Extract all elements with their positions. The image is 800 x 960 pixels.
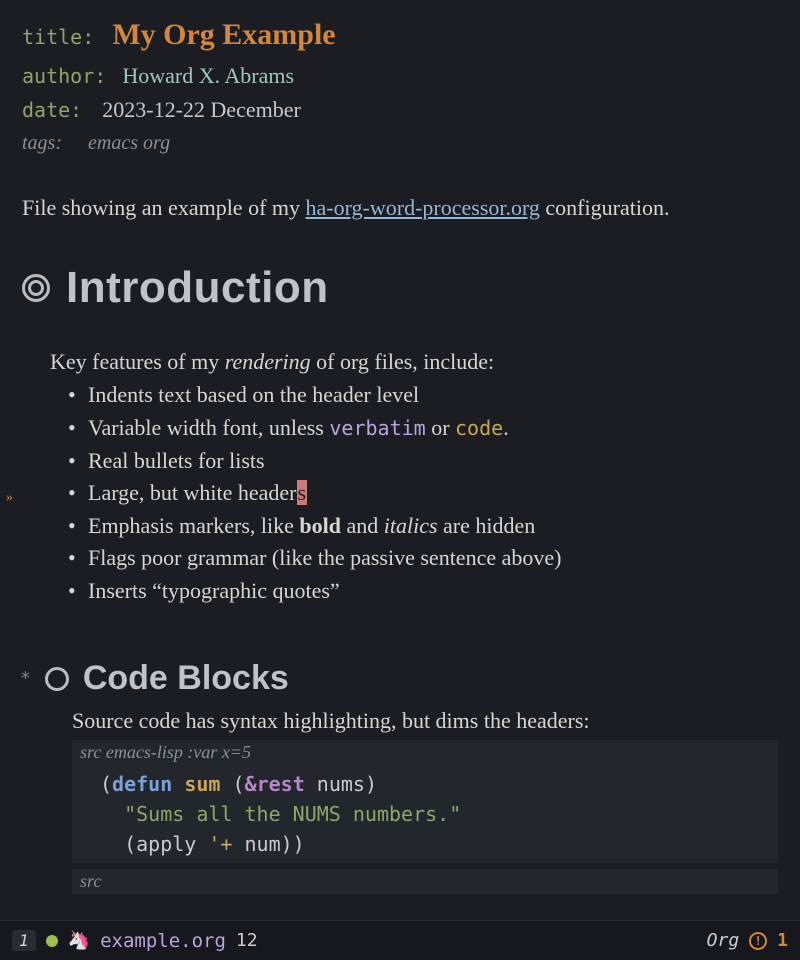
heading-code-blocks: * Code Blocks xyxy=(20,659,778,698)
src-begin-line: src emacs-lisp :var x=5 xyxy=(72,740,778,765)
feature-list: Indents text based on the header level V… xyxy=(50,379,778,607)
list-item: Flags poor grammar (like the passive sen… xyxy=(68,542,778,575)
list-item: Large, but white headers xyxy=(68,477,778,510)
lead-paragraph: Key features of my rendering of org file… xyxy=(50,349,778,375)
meta-title-line: title: My Org Example xyxy=(22,12,778,59)
doc-author: Howard X. Abrams xyxy=(118,63,294,88)
doc-date: 2023-12-22 December xyxy=(94,97,301,122)
unicorn-icon: 🦄 xyxy=(68,930,90,951)
circle-outline-icon xyxy=(45,667,69,691)
major-mode[interactable]: Org xyxy=(707,930,740,951)
org-star-icon: * xyxy=(20,668,31,689)
intro-paragraph: File showing an example of my ha-org-wor… xyxy=(22,193,778,224)
warning-icon[interactable]: ! xyxy=(749,932,767,950)
meta-key-date: date xyxy=(22,98,70,122)
list-item: Variable width font, unless verbatim or … xyxy=(68,412,778,445)
fringe-arrow-icon: » xyxy=(6,490,13,506)
meta-date-line: date: 2023-12-22 December xyxy=(22,93,778,127)
meta-key-title: title xyxy=(22,25,82,49)
meta-key-author: author xyxy=(22,64,94,88)
meta-key-tags: tags: xyxy=(22,132,62,154)
heading-1-text: Introduction xyxy=(66,263,329,313)
list-item: Indents text based on the header level xyxy=(68,379,778,412)
verbatim-text: verbatim xyxy=(329,416,425,440)
heading-introduction: Introduction xyxy=(22,263,778,313)
text-cursor: s xyxy=(297,480,308,505)
editor-buffer[interactable]: title: My Org Example author: Howard X. … xyxy=(0,0,800,912)
window-number[interactable]: 1 xyxy=(12,930,36,951)
minibuffer[interactable] xyxy=(0,912,800,920)
code-text: code xyxy=(455,416,503,440)
circle-bullet-icon xyxy=(22,274,50,302)
src-end-line: src xyxy=(72,869,778,894)
config-link[interactable]: ha-org-word-processor.org xyxy=(306,195,540,220)
src-lead: Source code has syntax highlighting, but… xyxy=(72,708,778,734)
list-item: Real bullets for lists xyxy=(68,445,778,478)
modified-indicator-icon xyxy=(46,935,58,947)
doc-title: My Org Example xyxy=(106,18,335,51)
warning-count: 1 xyxy=(777,930,788,951)
heading-2-text: Code Blocks xyxy=(83,659,289,698)
buffer-name[interactable]: example.org xyxy=(100,930,226,952)
doc-tags: emacs org xyxy=(74,132,170,154)
list-item: Inserts “typographic quotes” xyxy=(68,575,778,608)
meta-author-line: author: Howard X. Abrams xyxy=(22,59,778,93)
src-code-block[interactable]: (defun sum (&rest nums) "Sums all the NU… xyxy=(72,765,778,863)
line-number: 12 xyxy=(236,930,258,951)
meta-tags-line: tags: emacs org xyxy=(22,127,778,159)
modeline[interactable]: 1 🦄 example.org 12 Org ! 1 xyxy=(0,920,800,960)
list-item: Emphasis markers, like bold and italics … xyxy=(68,510,778,543)
